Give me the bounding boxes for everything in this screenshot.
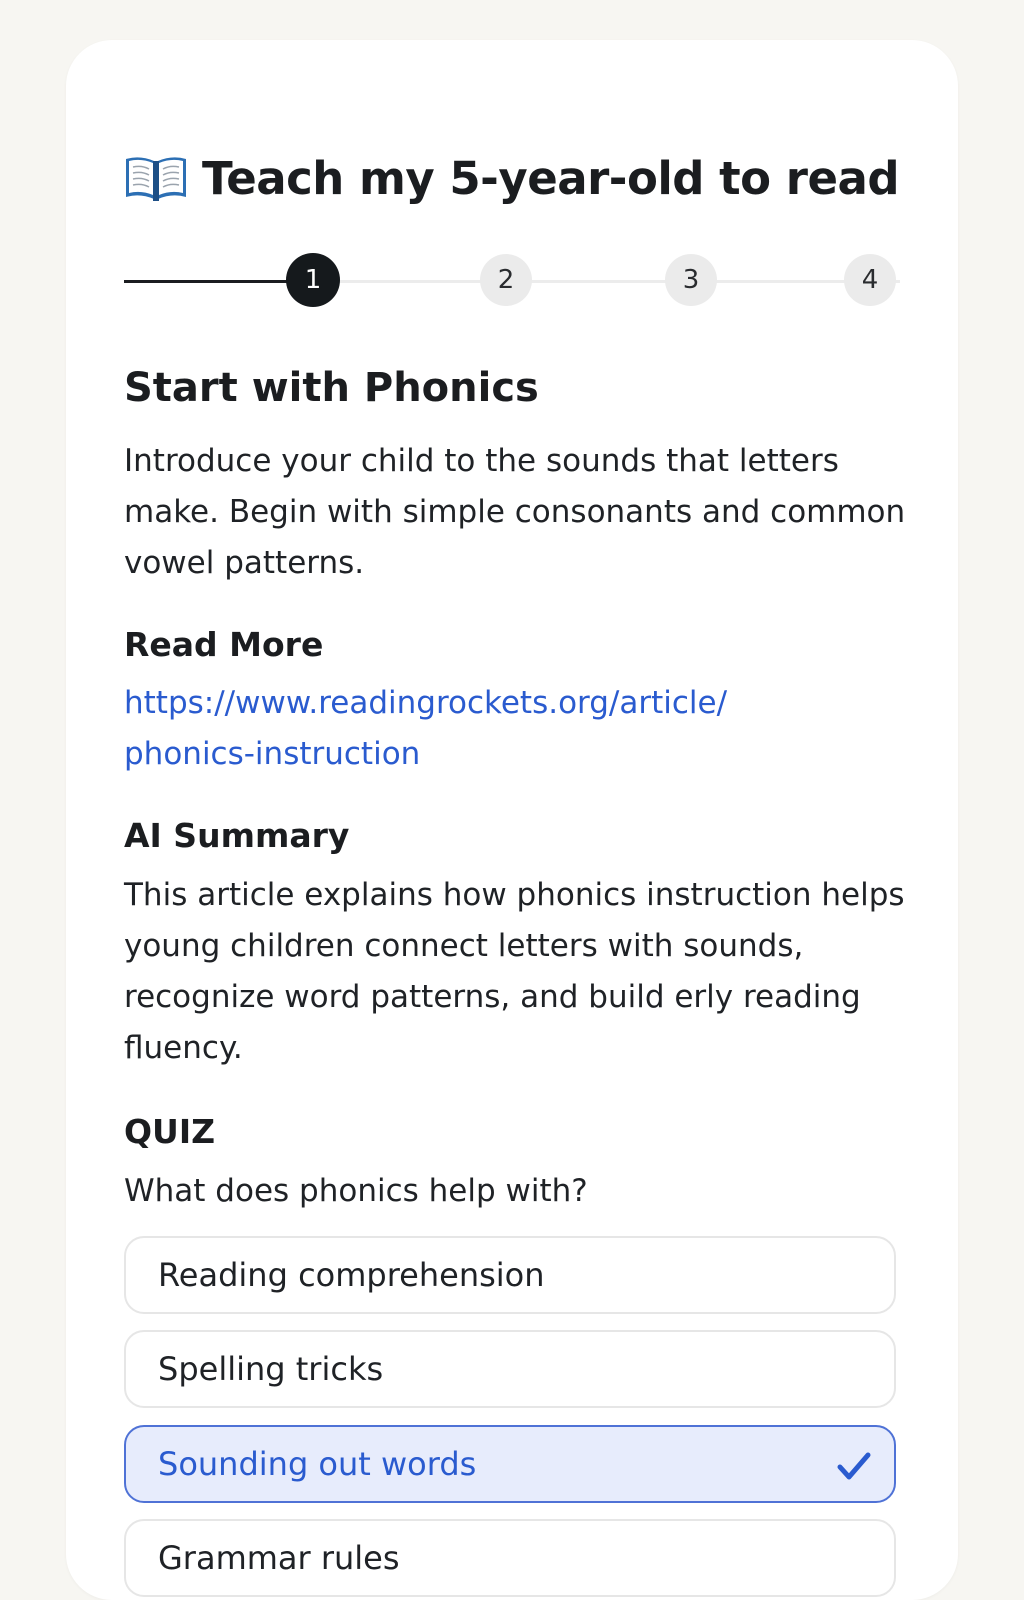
step-4[interactable]: 4 <box>844 254 896 306</box>
quiz-option-label: Reading comprehension <box>158 1256 545 1294</box>
checkmark-icon <box>834 1446 874 1486</box>
step-3[interactable]: 3 <box>665 254 717 306</box>
quiz-option-spelling-tricks[interactable]: Spelling tricks <box>124 1330 896 1408</box>
quiz-option-reading-comprehension[interactable]: Reading comprehension <box>124 1236 896 1314</box>
quiz-option-grammar-rules[interactable]: Grammar rules <box>124 1519 896 1597</box>
read-more-link-line2: phonics-instruction <box>124 736 421 772</box>
ai-summary-heading: AI Summary <box>124 816 350 855</box>
read-more-link[interactable]: https://www.readingrockets.org/article/ … <box>124 678 824 780</box>
read-more-heading: Read More <box>124 625 324 664</box>
quiz-question: What does phonics help with? <box>124 1173 588 1209</box>
progress-stepper: 1 2 3 4 <box>124 253 900 308</box>
quiz-heading: QUIZ <box>124 1112 216 1151</box>
read-more-link-line1: https://www.readingrockets.org/article/ <box>124 685 728 721</box>
quiz-option-label: Grammar rules <box>158 1539 400 1577</box>
step-1[interactable]: 1 <box>286 253 340 307</box>
stepper-track-remaining <box>340 280 900 283</box>
step-2[interactable]: 2 <box>480 254 532 306</box>
stepper-track-completed <box>124 280 294 283</box>
page-title: Teach my 5-year-old to read <box>124 146 900 210</box>
ai-summary-text: This article explains how phonics instru… <box>124 877 905 1066</box>
open-book-icon <box>124 153 188 203</box>
quiz-option-label: Spelling tricks <box>158 1350 384 1388</box>
quiz-option-sounding-out-words[interactable]: Sounding out words <box>124 1425 896 1503</box>
lesson-heading: Start with Phonics <box>124 365 539 411</box>
page-title-text: Teach my 5-year-old to read <box>202 151 900 205</box>
quiz-option-label: Sounding out words <box>158 1445 477 1483</box>
lesson-card: Teach my 5-year-old to read 1 2 3 4 Star… <box>66 40 958 1600</box>
lesson-description: Introduce your child to the sounds that … <box>124 443 906 581</box>
